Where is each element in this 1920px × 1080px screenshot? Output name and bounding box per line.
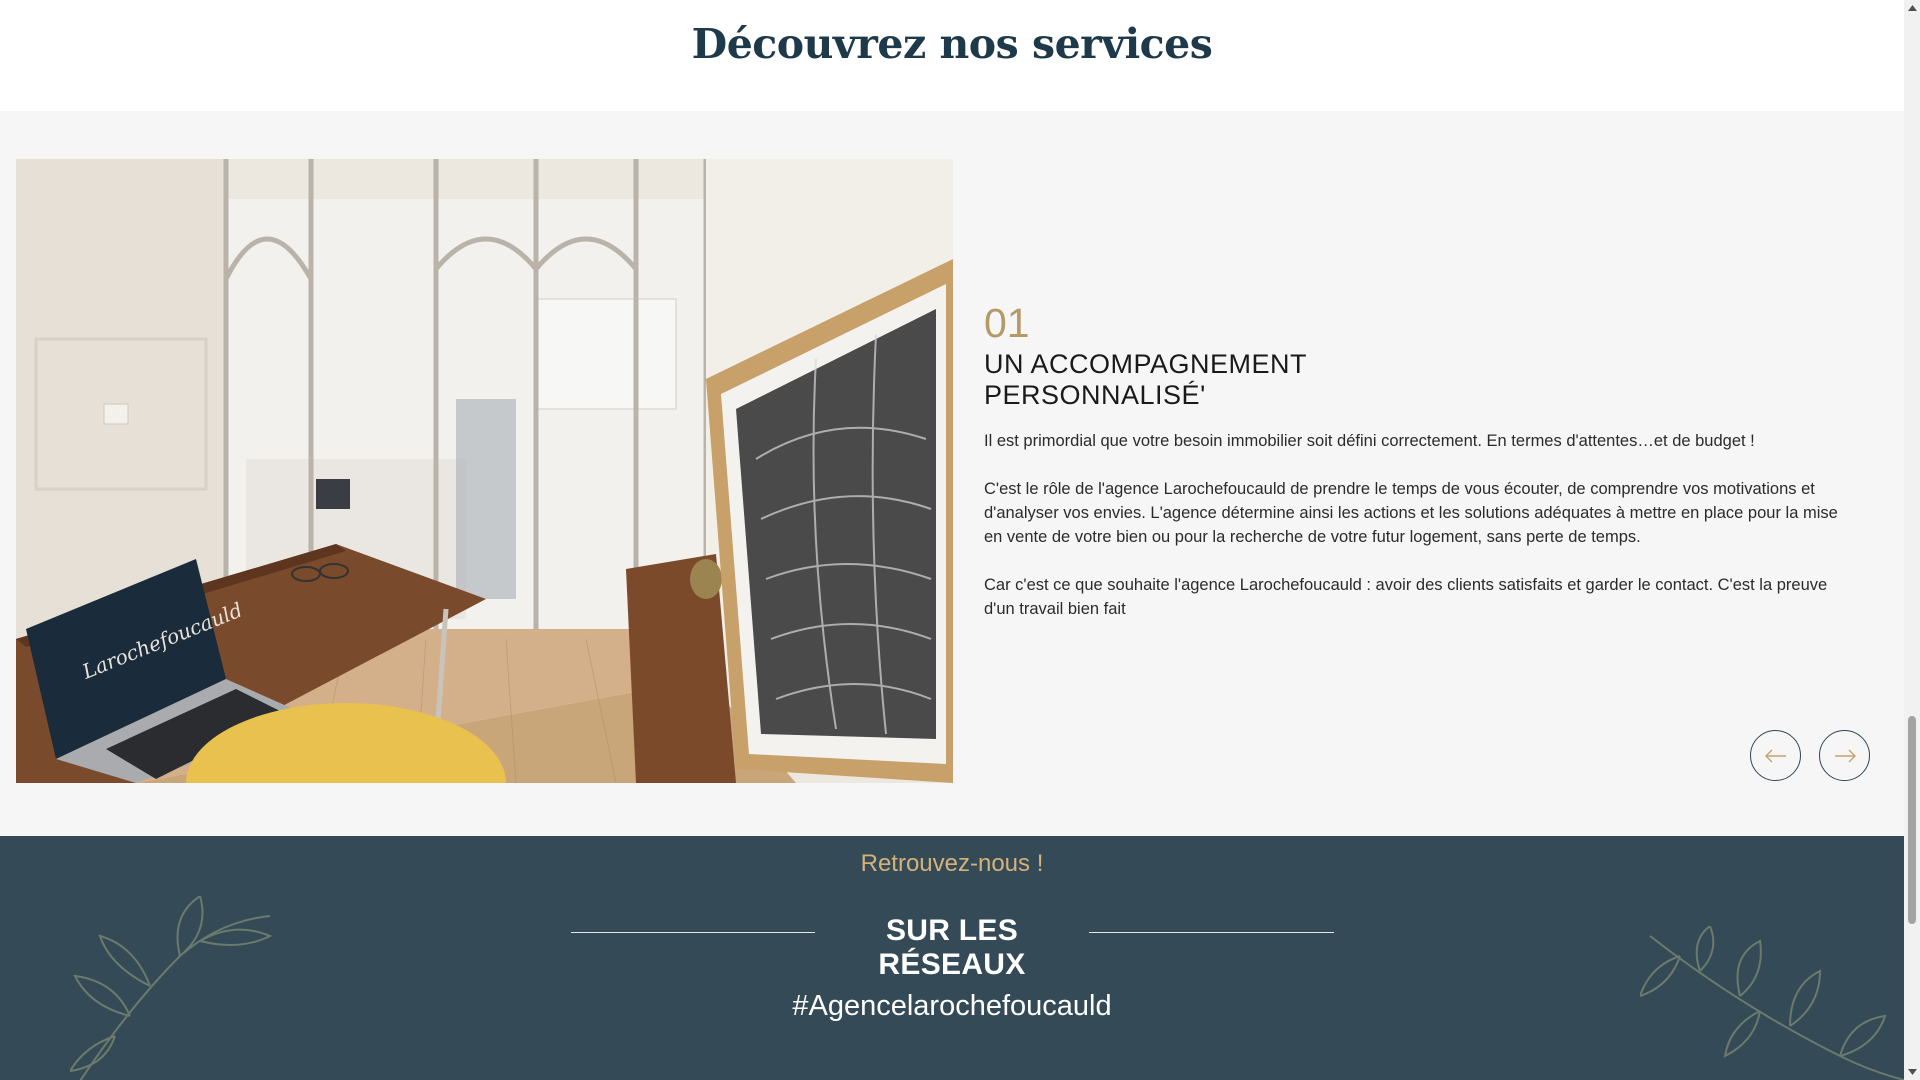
services-carousel: Larochefoucauld 01 UN ACCOMPAGNEMENT PER… [0,111,1904,836]
scrollbar-thumb[interactable] [1908,716,1916,924]
social-heading: SUR LES RÉSEAUX [878,914,1026,981]
service-content: 01 UN ACCOMPAGNEMENT PERSONNALISÉ' Il es… [984,301,1856,621]
carousel-prev-button[interactable] [1750,730,1801,781]
carousel-next-button[interactable] [1819,730,1870,781]
service-photo: Larochefoucauld [16,159,953,783]
divider-right [1089,932,1334,933]
scroll-down-icon[interactable] [1904,1064,1920,1080]
social-kicker: Retrouvez-nous ! [860,850,1044,877]
arrow-left-icon [1764,749,1786,762]
office-photo-illustration: Larochefoucauld [16,159,953,783]
social-hashtag[interactable]: #Agencelarochefoucauld [0,990,1904,1023]
services-header: Découvrez nos services [0,0,1904,111]
page-scrollbar[interactable] [1904,0,1920,1080]
service-number: 01 [984,300,1030,346]
service-title: UN ACCOMPAGNEMENT PERSONNALISÉ' [984,349,1307,410]
page: Découvrez nos services Larochefoucauld 0… [0,0,1904,1080]
page-title: Découvrez nos services [691,20,1213,68]
arrow-right-icon [1834,749,1856,762]
service-paragraph-3: Car c'est ce que souhaite l'agence Laroc… [984,576,1828,618]
scroll-up-icon[interactable] [1904,0,1920,16]
divider-left [571,932,815,933]
leaf-decoration-left-icon [70,896,273,1080]
service-paragraph-1: Il est primordial que votre besoin immob… [984,432,1755,450]
social-section: Retrouvez-nous ! SUR LES RÉSEAUX #Agence… [0,836,1904,1080]
service-paragraph-2: C'est le rôle de l'agence Larochefoucaul… [984,480,1838,546]
